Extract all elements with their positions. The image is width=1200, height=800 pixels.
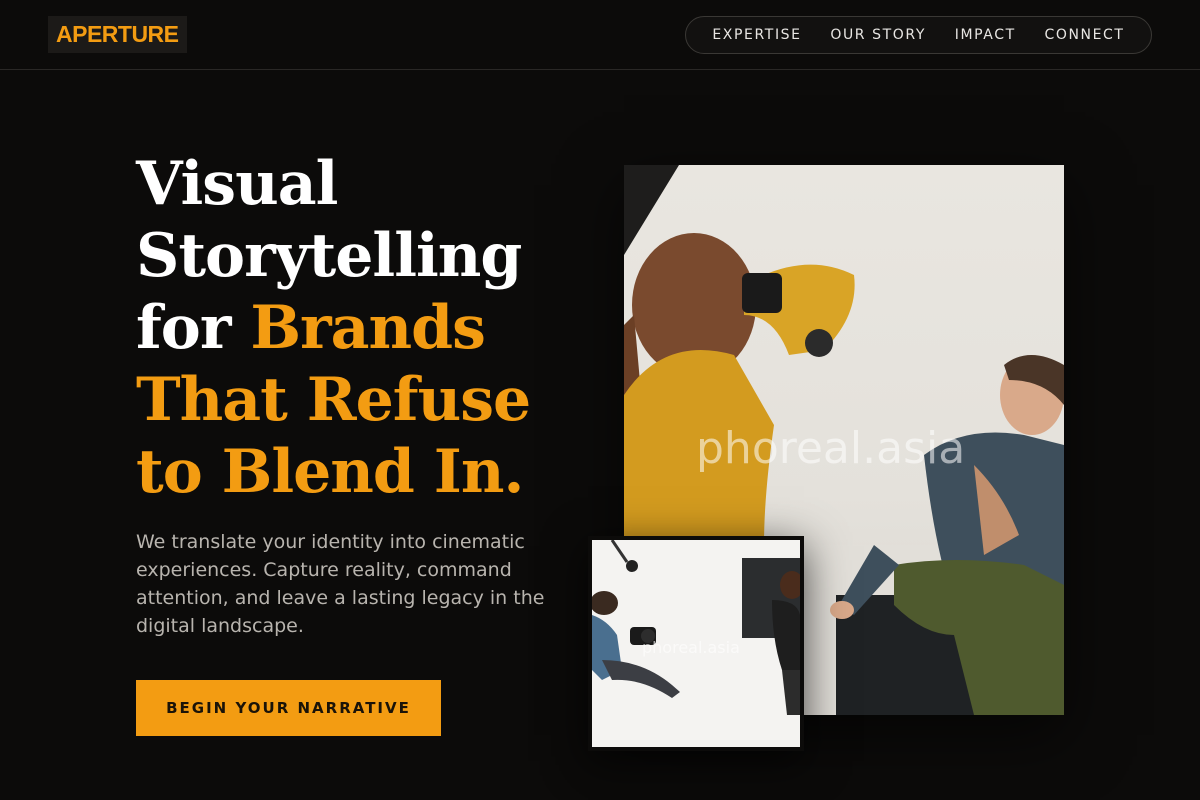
hero-headline: Visual Storytelling for Brands That Refu…: [136, 148, 576, 508]
nav-item-connect[interactable]: CONNECT: [1044, 27, 1124, 43]
begin-narrative-button[interactable]: BEGIN YOUR NARRATIVE: [136, 680, 441, 736]
headline-line-5: to Blend In.: [136, 437, 524, 507]
small-photo-watermark: phoreal.asia: [642, 638, 740, 657]
headline-line-2: Storytelling: [136, 221, 522, 291]
headline-line-4: That Refuse: [136, 365, 531, 435]
headline-line-1: Visual: [136, 149, 338, 219]
main-photo-watermark: phoreal.asia: [696, 423, 966, 474]
hero-photo-secondary: phoreal.asia: [588, 536, 804, 751]
main-nav: EXPERTISE OUR STORY IMPACT CONNECT: [685, 16, 1152, 54]
nav-item-impact[interactable]: IMPACT: [955, 27, 1016, 43]
nav-item-expertise[interactable]: EXPERTISE: [712, 27, 801, 43]
hero-description: We translate your identity into cinemati…: [136, 531, 545, 637]
site-header: APERTURE EXPERTISE OUR STORY IMPACT CONN…: [0, 0, 1200, 70]
nav-item-our-story[interactable]: OUR STORY: [830, 27, 926, 43]
headline-line-3: for: [136, 293, 251, 363]
headline-accent-brands: Brands: [250, 293, 486, 363]
logo[interactable]: APERTURE: [48, 16, 187, 53]
